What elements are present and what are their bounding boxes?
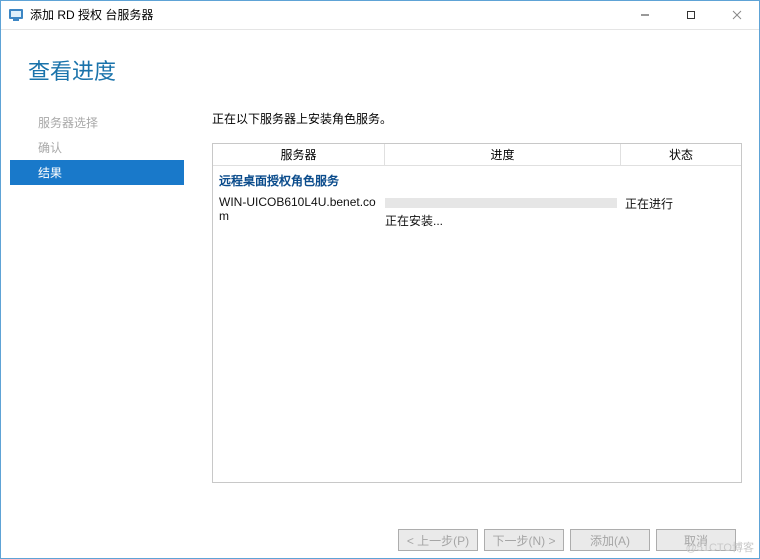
wizard-header: 查看进度	[0, 30, 760, 100]
table-row: WIN-UICOB610L4U.benet.com 正在安装... 正在进行	[213, 193, 741, 229]
content: 正在以下服务器上安装角色服务。 服务器 进度 状态 远程桌面授权角色服务 WIN…	[190, 100, 742, 483]
sidebar-item-server-select: 服务器选择	[0, 110, 190, 135]
sidebar-item-results[interactable]: 结果	[10, 160, 184, 185]
footer-buttons: < 上一步(P) 下一步(N) > 添加(A) 取消	[398, 529, 736, 551]
maximize-button[interactable]	[668, 0, 714, 30]
titlebar: 添加 RD 授权 台服务器	[0, 0, 760, 30]
col-header-server[interactable]: 服务器	[213, 144, 385, 165]
add-button: 添加(A)	[570, 529, 650, 551]
section-title: 远程桌面授权角色服务	[213, 166, 741, 193]
window-title: 添加 RD 授权 台服务器	[30, 6, 622, 23]
col-header-status[interactable]: 状态	[621, 144, 741, 165]
page-title: 查看进度	[28, 54, 732, 86]
minimize-button[interactable]	[622, 0, 668, 30]
progress-bar	[385, 198, 617, 208]
progress-text: 正在安装...	[385, 212, 617, 229]
content-description: 正在以下服务器上安装角色服务。	[212, 110, 742, 127]
cell-progress: 正在安装...	[385, 195, 625, 229]
sidebar: 服务器选择 确认 结果	[0, 100, 190, 483]
col-header-progress[interactable]: 进度	[385, 144, 621, 165]
progress-table: 服务器 进度 状态 远程桌面授权角色服务 WIN-UICOB610L4U.ben…	[212, 143, 742, 483]
window-controls	[622, 0, 760, 30]
cell-status: 正在进行	[625, 195, 735, 212]
wizard-body: 服务器选择 确认 结果 正在以下服务器上安装角色服务。 服务器 进度 状态 远程…	[0, 100, 760, 483]
table-header-row: 服务器 进度 状态	[213, 144, 741, 166]
sidebar-item-confirm: 确认	[0, 135, 190, 160]
next-button: 下一步(N) >	[484, 529, 564, 551]
cell-server-name: WIN-UICOB610L4U.benet.com	[219, 195, 385, 223]
close-button[interactable]	[714, 0, 760, 30]
cancel-button: 取消	[656, 529, 736, 551]
app-icon	[8, 7, 24, 23]
prev-button: < 上一步(P)	[398, 529, 478, 551]
